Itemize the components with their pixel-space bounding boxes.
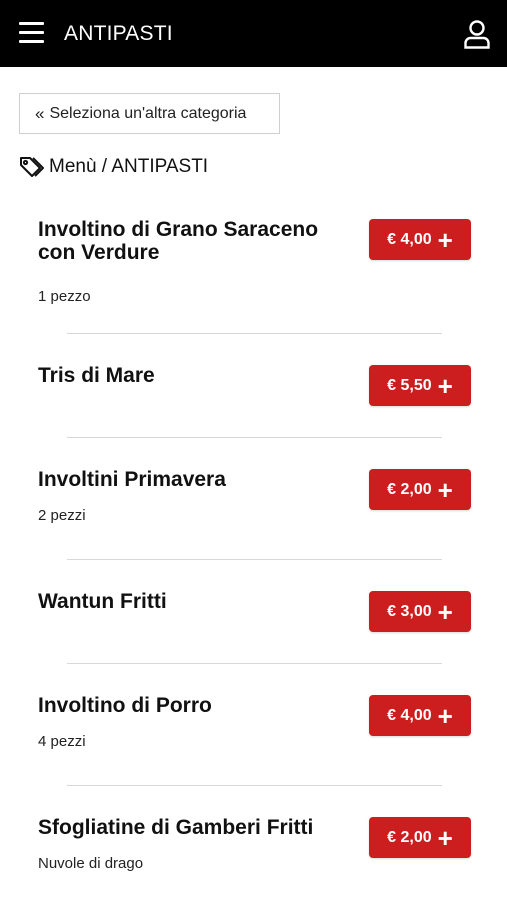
add-to-cart-button[interactable]: € 4,00 + [369,695,471,736]
add-to-cart-button[interactable]: € 2,00 + [369,817,471,858]
item-name: Sfogliatine di Gamberi Fritti [38,816,314,839]
divider [67,663,442,664]
user-icon[interactable] [463,19,491,49]
add-to-cart-button[interactable]: € 5,50 + [369,365,471,406]
item-price: € 5,50 [387,376,432,394]
page-title: ANTIPASTI [64,22,173,45]
breadcrumb-text: Menù / ANTIPASTI [49,156,209,177]
item-price: € 4,00 [387,230,432,248]
plus-icon: + [437,224,453,255]
item-name: Wantun Fritti [38,590,167,613]
add-to-cart-button[interactable]: € 4,00 + [369,219,471,260]
menu-item: Involtino di Porro 4 pezzi € 4,00 + [38,694,471,751]
item-price: € 2,00 [387,828,432,846]
plus-icon: + [437,822,453,853]
add-to-cart-button[interactable]: € 3,00 + [369,591,471,632]
back-button-label: Seleziona un'altra categoria [49,104,247,122]
item-price: € 4,00 [387,706,432,724]
item-name: Involtini Primavera [38,468,226,491]
item-price: € 2,00 [387,480,432,498]
divider [67,785,442,786]
item-name: Involtino di Porro [38,694,212,717]
divider [67,437,442,438]
item-name: Tris di Mare [38,364,155,387]
hamburger-menu-icon[interactable] [19,22,44,44]
double-chevron-left-icon: « [35,103,45,123]
top-bar: ANTIPASTI [0,0,507,67]
add-to-cart-button[interactable]: € 2,00 + [369,469,471,510]
menu-item: Sfogliatine di Gamberi Fritti Nuvole di … [38,816,471,873]
menu-item: Tris di Mare € 5,50 + [38,364,471,406]
divider [67,333,442,334]
breadcrumb: Menù / ANTIPASTI [19,155,208,179]
item-description: 1 pezzo [38,288,91,305]
tag-icon [19,155,45,179]
select-other-category-button[interactable]: « Seleziona un'altra categoria [19,93,280,134]
item-price: € 3,00 [387,602,432,620]
plus-icon: + [437,474,453,505]
menu-item: Involtino di Grano Saraceno con Verdure … [38,218,471,306]
plus-icon: + [437,370,453,401]
plus-icon: + [437,596,453,627]
menu-item: Wantun Fritti € 3,00 + [38,590,471,632]
menu-item: Involtini Primavera 2 pezzi € 2,00 + [38,468,471,525]
plus-icon: + [437,700,453,731]
divider [67,559,442,560]
item-name: Involtino di Grano Saraceno con Verdure [38,218,319,264]
